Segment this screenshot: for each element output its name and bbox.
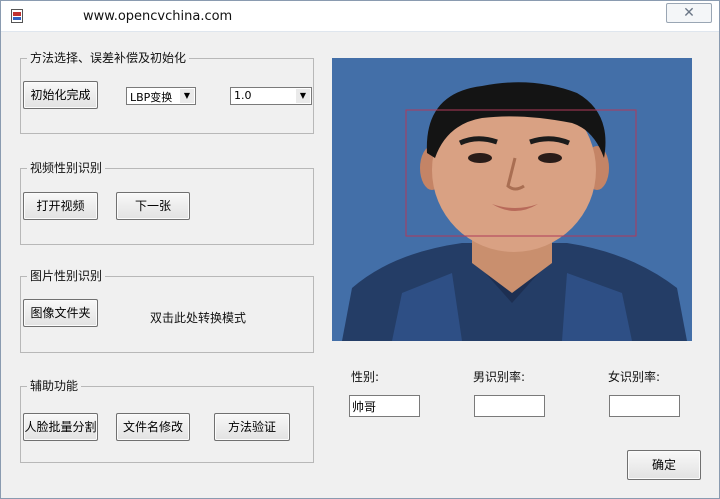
title-bar: www.opencvchina.com ✕ xyxy=(1,1,719,32)
male-rate-label: 男识别率: xyxy=(473,370,526,384)
window-title: www.opencvchina.com xyxy=(83,9,233,24)
close-button[interactable]: ✕ xyxy=(666,3,712,23)
ok-button[interactable]: 确定 xyxy=(627,450,701,480)
portrait-image xyxy=(332,58,692,341)
scale-select[interactable]: 1.0 ▼ xyxy=(230,87,312,105)
gender-field[interactable] xyxy=(349,395,420,417)
aux-group-label: 辅助功能 xyxy=(27,378,82,394)
female-rate-field[interactable] xyxy=(609,395,680,417)
open-video-button[interactable]: 打开视频 xyxy=(23,192,98,220)
face-photo xyxy=(332,58,692,341)
method-select-value: LBP变换 xyxy=(130,91,173,104)
chevron-down-icon[interactable]: ▼ xyxy=(296,89,310,103)
verify-button[interactable]: 方法验证 xyxy=(214,413,290,441)
init-button[interactable]: 初始化完成 xyxy=(23,81,98,109)
female-rate-label: 女识别率: xyxy=(608,370,661,384)
method-select[interactable]: LBP变换 ▼ xyxy=(126,87,196,105)
male-rate-field[interactable] xyxy=(474,395,545,417)
face-split-button[interactable]: 人脸批量分割 xyxy=(23,413,98,441)
rename-button[interactable]: 文件名修改 xyxy=(116,413,190,441)
chevron-down-icon[interactable]: ▼ xyxy=(180,89,194,103)
app-window: www.opencvchina.com ✕ 方法选择、误差补偿及初始化 初始化完… xyxy=(0,0,720,499)
app-icon xyxy=(11,8,23,23)
method-group-label: 方法选择、误差补偿及初始化 xyxy=(27,50,190,66)
image-group-label: 图片性别识别 xyxy=(27,268,106,284)
video-group-label: 视频性别识别 xyxy=(27,160,106,176)
image-folder-button[interactable]: 图像文件夹 xyxy=(23,299,98,327)
scale-select-value: 1.0 xyxy=(234,89,252,102)
gender-label: 性别: xyxy=(351,370,380,384)
mode-switch-hint[interactable]: 双击此处转换模式 xyxy=(150,309,246,326)
next-button[interactable]: 下一张 xyxy=(116,192,190,220)
